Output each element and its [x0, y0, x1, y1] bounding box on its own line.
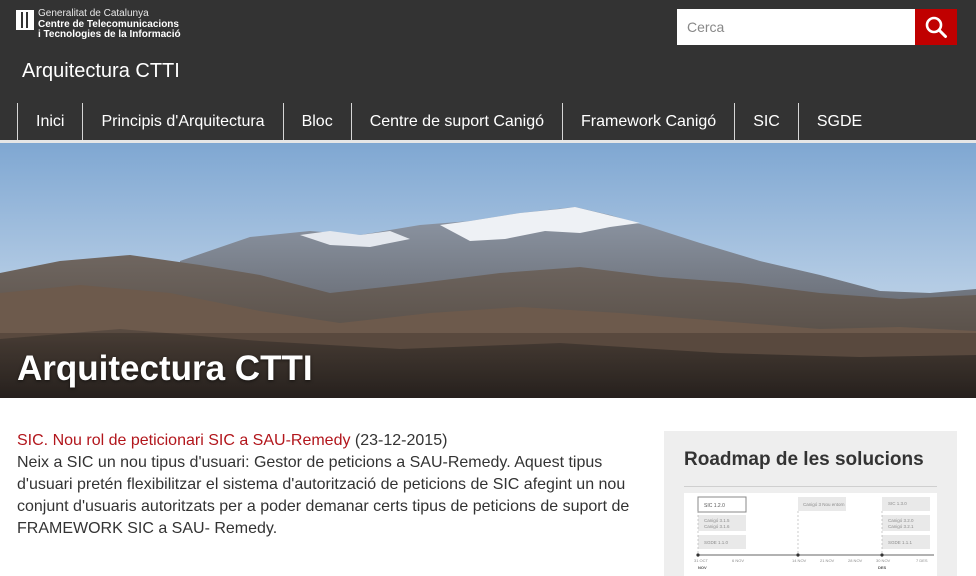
search-button[interactable]: [915, 9, 957, 45]
roadmap-date: 7 DES: [916, 558, 928, 563]
hero-title: Arquitectura CTTI: [17, 349, 313, 388]
roadmap-date: 6 NOV: [732, 558, 744, 563]
roadmap-box-label: Canigó 3 Nou entorn: [803, 502, 845, 507]
gencat-emblem-icon: [16, 10, 34, 30]
nav-item-principis[interactable]: Principis d'Arquitectura: [82, 103, 282, 140]
roadmap-box-label: Canigó 3.1.6: [704, 524, 730, 529]
roadmap-image[interactable]: SIC 1.2.0 Canigó 3.1.5 Canigó 3.1.6 SGDE…: [684, 493, 937, 576]
search-form: [677, 9, 957, 45]
gencat-logo[interactable]: Generalitat de Catalunya Centre de Telec…: [16, 8, 181, 41]
roadmap-date: 31 OCT: [694, 558, 709, 563]
nav-item-bloc[interactable]: Bloc: [282, 103, 351, 140]
roadmap-divider: [684, 486, 937, 487]
main-nav: Inici Principis d'Arquitectura Bloc Cent…: [17, 103, 880, 140]
nav-item-sgde[interactable]: SGDE: [797, 103, 880, 140]
roadmap-date: 14 NOV: [792, 558, 807, 563]
roadmap-box-label: Canigó 3.2.0: [888, 518, 914, 523]
nav-item-inici[interactable]: Inici: [17, 103, 82, 140]
roadmap-date: 30 NOV: [876, 558, 891, 563]
roadmap-point: [880, 553, 884, 557]
roadmap-date: 28 NOV: [848, 558, 863, 563]
roadmap-point: [796, 553, 800, 557]
roadmap-box-label: SIC 1.2.0: [704, 503, 725, 509]
site-title[interactable]: Arquitectura CTTI: [22, 60, 180, 82]
news-date: (23-12-2015): [354, 432, 448, 449]
roadmap-box-label: SIC 1.3.0: [888, 501, 907, 506]
site-header: Generalitat de Catalunya Centre de Telec…: [0, 0, 976, 143]
roadmap-month: DES: [878, 565, 887, 570]
org-line-3: i Tecnologies de la Informació: [38, 29, 181, 40]
roadmap-point: [696, 553, 700, 557]
news-heading: SIC. Nou rol de peticionari SIC a SAU-Re…: [17, 430, 637, 452]
roadmap-month: NOV: [698, 565, 707, 570]
nav-item-centre-suport[interactable]: Centre de suport Canigó: [350, 103, 562, 140]
roadmap-chart: SIC 1.2.0 Canigó 3.1.5 Canigó 3.1.6 SGDE…: [684, 493, 937, 576]
roadmap-title: Roadmap de les solucions: [684, 449, 924, 470]
nav-item-sic[interactable]: SIC: [734, 103, 798, 140]
nav-item-framework[interactable]: Framework Canigó: [562, 103, 734, 140]
hero-banner: Arquitectura CTTI: [0, 143, 976, 398]
roadmap-box-label: Canigó 3.2.1: [888, 524, 914, 529]
roadmap-box-label: SGDE 1.1.1: [888, 540, 913, 545]
search-icon: [925, 16, 947, 38]
news-link[interactable]: SIC. Nou rol de peticionari SIC a SAU-Re…: [17, 432, 350, 449]
roadmap-panel: Roadmap de les solucions SIC 1.2.0 Canig…: [664, 431, 957, 576]
roadmap-box-label: Canigó 3.1.5: [704, 518, 730, 523]
news-item: SIC. Nou rol de peticionari SIC a SAU-Re…: [17, 430, 637, 540]
news-body: Neix a SIC un nou tipus d'usuari: Gestor…: [17, 454, 630, 537]
org-line-1: Generalitat de Catalunya: [38, 8, 149, 19]
roadmap-box-label: SGDE 1.1.0: [704, 540, 729, 545]
search-input[interactable]: [677, 9, 915, 45]
roadmap-date: 21 NOV: [820, 558, 835, 563]
org-name: Generalitat de Catalunya Centre de Telec…: [38, 8, 181, 41]
